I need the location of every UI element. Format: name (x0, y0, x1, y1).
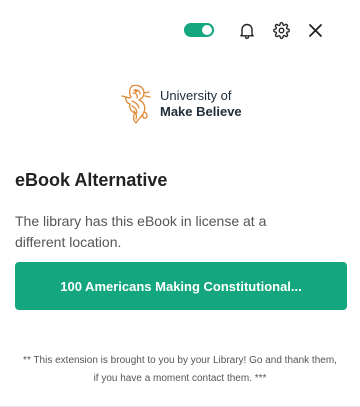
enable-toggle[interactable] (184, 23, 214, 37)
ebook-link-button[interactable]: 100 Americans Making Constitutional... (15, 262, 347, 310)
footer-note: ** This extension is brought to you by y… (23, 355, 337, 384)
extension-panel: University of Make Believe eBook Alterna… (0, 0, 360, 407)
logo-line-1: University of (160, 88, 232, 103)
availability-description: The library has this eBook in license at… (15, 213, 267, 250)
toggle-knob (202, 25, 212, 35)
logo-line-2: Make Believe (160, 104, 242, 119)
gear-icon[interactable] (270, 19, 292, 41)
seahorse-logo-icon (121, 84, 151, 124)
university-logo: University of Make Believe (120, 82, 242, 126)
header-toolbar (184, 19, 326, 41)
page-title: eBook Alternative (15, 170, 168, 190)
logo-wordmark: University of Make Believe (160, 88, 242, 120)
bell-icon[interactable] (236, 19, 258, 41)
close-icon[interactable] (304, 19, 326, 41)
